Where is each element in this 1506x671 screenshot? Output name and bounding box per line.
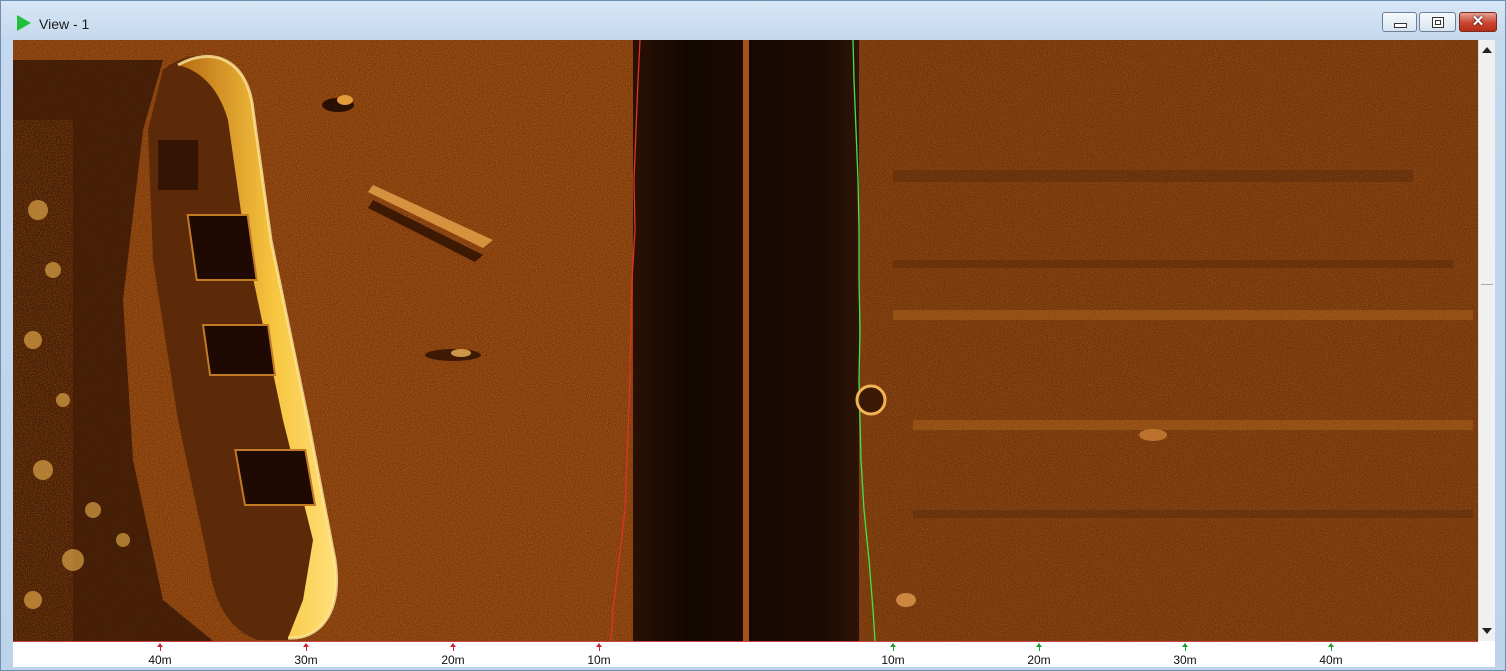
side-scan-sonar-image[interactable] <box>13 40 1478 641</box>
scroll-thumb[interactable] <box>1481 284 1493 288</box>
range-tick: 40m <box>148 643 172 667</box>
tick-arrow-icon <box>302 643 309 651</box>
play-icon <box>17 15 31 31</box>
client-area: 40m 30m 20m 10m 10m 20m 30m 40m <box>13 40 1495 667</box>
minimize-button[interactable] <box>1382 12 1417 32</box>
restore-button[interactable] <box>1419 12 1456 32</box>
sonar-view-window: View - 1 ✕ 40m 30m 20m 10m 10m 20m 30m 4… <box>0 0 1506 671</box>
scroll-down-icon[interactable] <box>1482 628 1492 634</box>
tick-arrow-icon <box>1327 643 1334 651</box>
tick-arrow-icon <box>889 643 896 651</box>
vertical-scrollbar[interactable] <box>1478 40 1495 641</box>
range-tick: 10m <box>881 643 905 667</box>
title-bar[interactable]: View - 1 ✕ <box>1 1 1505 39</box>
minimize-icon <box>1394 23 1407 28</box>
range-tick: 30m <box>294 643 318 667</box>
nadir-line <box>743 40 749 641</box>
range-tick: 40m <box>1319 643 1343 667</box>
port-water-column <box>633 40 743 641</box>
close-icon: ✕ <box>1471 13 1485 30</box>
starboard-water-column <box>749 40 859 641</box>
window-title: View - 1 <box>39 16 90 32</box>
tick-arrow-icon <box>595 643 602 651</box>
close-button[interactable]: ✕ <box>1459 12 1497 32</box>
range-tick: 10m <box>587 643 611 667</box>
scroll-up-icon[interactable] <box>1482 47 1492 53</box>
tick-arrow-icon <box>156 643 163 651</box>
range-ruler: 40m 30m 20m 10m 10m 20m 30m 40m <box>13 641 1478 667</box>
range-tick: 20m <box>1027 643 1051 667</box>
range-tick: 30m <box>1173 643 1197 667</box>
range-tick: 20m <box>441 643 465 667</box>
tick-arrow-icon <box>449 643 456 651</box>
tick-arrow-icon <box>1035 643 1042 651</box>
tick-arrow-icon <box>1181 643 1188 651</box>
sonar-canvas <box>13 40 1478 641</box>
restore-icon <box>1432 17 1444 28</box>
